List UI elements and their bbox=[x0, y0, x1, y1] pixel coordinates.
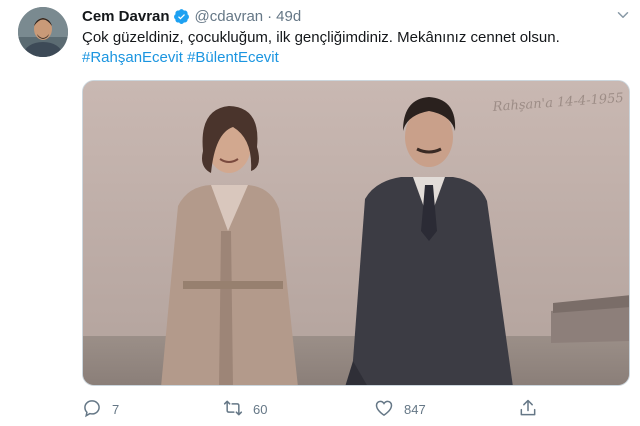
hashtag-link[interactable]: #BülentEcevit bbox=[187, 49, 279, 66]
tweet-text: Çok güzeldiniz, çocukluğum, ilk gençliği… bbox=[82, 29, 560, 46]
tweet-hashtags: #RahşanEcevit #BülentEcevit bbox=[82, 48, 279, 68]
heart-icon bbox=[374, 398, 394, 421]
hashtag-link[interactable]: #RahşanEcevit bbox=[82, 49, 183, 66]
retweet-button[interactable]: 60 bbox=[223, 396, 267, 422]
author-handle[interactable]: @cdavran bbox=[195, 8, 264, 25]
tweet-photo[interactable]: Rahşan'a 14-4-1955 bbox=[82, 80, 630, 386]
verified-badge-icon bbox=[173, 8, 190, 25]
reply-button[interactable]: 7 bbox=[82, 396, 119, 422]
like-button[interactable]: 847 bbox=[374, 396, 426, 422]
tweet-actions: 7 60 847 bbox=[82, 396, 630, 422]
share-icon bbox=[518, 398, 538, 421]
separator-dot: · bbox=[267, 7, 273, 25]
like-count: 847 bbox=[404, 401, 426, 417]
chevron-down-icon[interactable] bbox=[614, 6, 632, 24]
retweet-count: 60 bbox=[253, 401, 268, 417]
reply-count: 7 bbox=[112, 401, 120, 417]
tweet-timestamp[interactable]: 49d bbox=[276, 8, 301, 25]
author-display-name[interactable]: Cem Davran bbox=[82, 8, 170, 25]
reply-icon bbox=[82, 398, 102, 421]
share-button[interactable] bbox=[518, 396, 538, 422]
tweet-header: Cem Davran @cdavran · 49d bbox=[82, 6, 301, 26]
avatar[interactable] bbox=[18, 7, 68, 57]
tweet[interactable]: Cem Davran @cdavran · 49d Çok güzeldiniz… bbox=[0, 0, 640, 426]
retweet-icon bbox=[223, 398, 243, 421]
